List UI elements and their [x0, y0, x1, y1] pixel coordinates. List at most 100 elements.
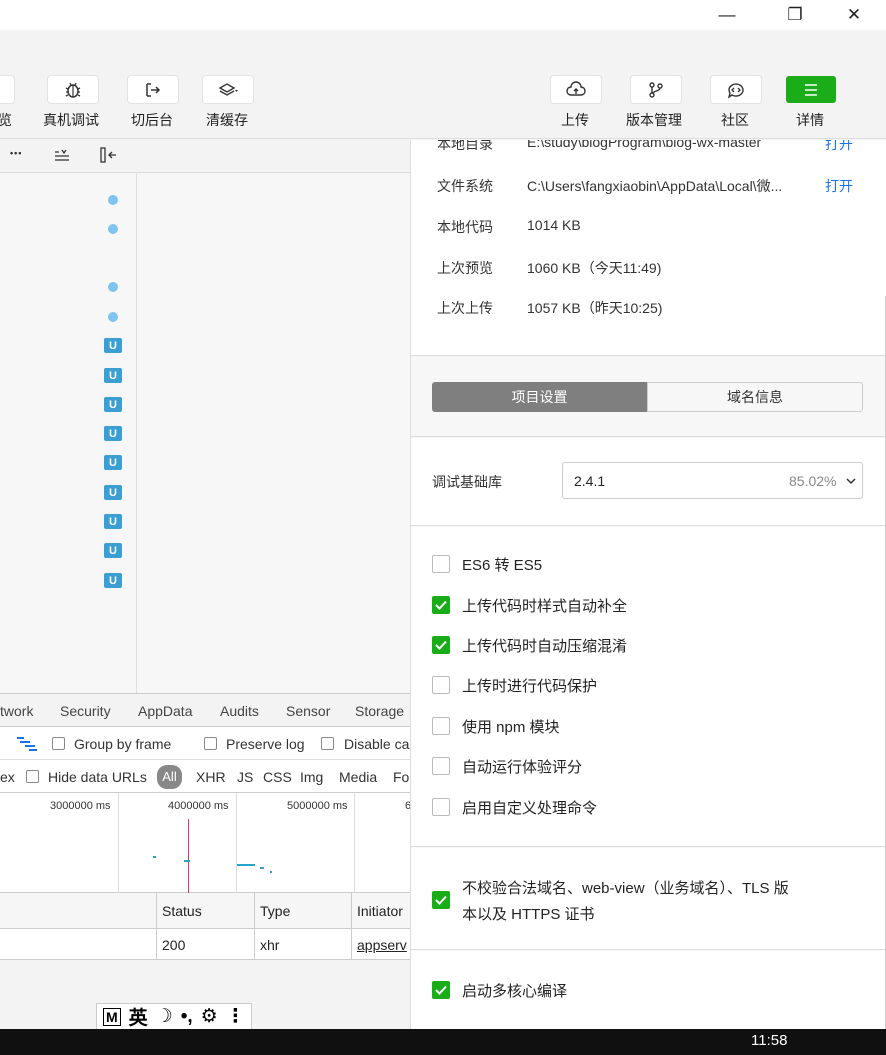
file-system-value: C:\Users\fangxiaobin\AppData\Local\微...	[527, 178, 783, 194]
npm-checkbox[interactable]	[432, 717, 450, 735]
filter-css[interactable]: CSS	[263, 769, 292, 785]
preview-button[interactable]	[0, 76, 14, 103]
tab-domain-info[interactable]: 域名信息	[647, 382, 863, 412]
preserve-log-checkbox[interactable]	[204, 737, 217, 750]
es6-label: ES6 转 ES5	[462, 556, 543, 574]
timeline-label: 4000000 ms	[168, 800, 229, 812]
column-divider	[351, 893, 352, 959]
gear-icon[interactable]: ⚙	[201, 1005, 218, 1028]
regex-label: ex	[0, 769, 15, 785]
status-dot	[108, 195, 118, 205]
background-button[interactable]	[128, 76, 178, 103]
experience-score-checkbox[interactable]	[432, 757, 450, 775]
clear-cache-label: 清缓存	[206, 112, 248, 128]
es6-checkbox[interactable]	[432, 555, 450, 573]
filter-font[interactable]: Fo	[393, 769, 409, 785]
tab-appdata[interactable]: AppData	[138, 703, 192, 719]
filter-xhr[interactable]: XHR	[196, 769, 226, 785]
ime-toolbar[interactable]: M 英 ☽ •, ⚙ ⋮	[96, 1003, 252, 1030]
waterfall-icon[interactable]	[16, 736, 38, 752]
maximize-button[interactable]: ❐	[772, 0, 818, 30]
minify-checkbox[interactable]	[432, 636, 450, 654]
no-domain-verify-checkbox[interactable]	[432, 891, 450, 909]
option-custom-command[interactable]: 启用自定义处理命令	[432, 797, 597, 817]
load-marker	[188, 819, 189, 893]
real-device-debug-label: 真机调试	[43, 112, 99, 128]
clear-cache-button[interactable]	[203, 76, 253, 103]
tab-project-settings[interactable]: 项目设置	[432, 382, 647, 412]
open-local-dir-link[interactable]: 打开	[825, 140, 853, 154]
initiator-column-header[interactable]: Initiator	[357, 903, 403, 919]
style-autocomplete-checkbox[interactable]	[432, 596, 450, 614]
tab-network[interactable]: twork	[0, 703, 45, 729]
upload-label: 上传	[561, 112, 589, 128]
status-column-header[interactable]: Status	[162, 903, 202, 919]
filter-media[interactable]: Media	[339, 769, 377, 785]
last-preview-value: 1060 KB（今天11:49)	[527, 260, 662, 276]
option-npm[interactable]: 使用 npm 模块	[432, 716, 560, 736]
community-button[interactable]	[711, 76, 761, 103]
background-label: 切后台	[131, 112, 173, 128]
filter-all[interactable]: All	[157, 765, 182, 789]
request-bar	[237, 864, 255, 866]
option-experience-score[interactable]: 自动运行体验评分	[432, 756, 582, 776]
tab-security[interactable]: Security	[60, 703, 111, 719]
status-dot	[108, 282, 118, 292]
hide-data-urls-checkbox[interactable]	[26, 770, 39, 783]
file-system-label: 文件系统	[437, 178, 493, 194]
request-bar	[153, 856, 156, 858]
tab-storage[interactable]: Storage	[355, 703, 404, 719]
real-device-debug-button[interactable]	[48, 76, 98, 103]
more-icon[interactable]: •••	[10, 148, 22, 158]
status-dot	[108, 224, 118, 234]
open-file-system-link[interactable]: 打开	[825, 176, 853, 196]
custom-command-checkbox[interactable]	[432, 798, 450, 816]
option-es6-to-es5[interactable]: ES6 转 ES5	[432, 554, 542, 574]
row-status: 200	[162, 937, 186, 953]
project-info-block: 本地目录 E:\study\blogProgram\blog-wx-master…	[411, 140, 886, 356]
timeline-label: 3000000 ms	[50, 800, 111, 812]
version-mgmt-button[interactable]	[631, 76, 681, 103]
filter-img[interactable]: Img	[300, 769, 323, 785]
minimize-button[interactable]: —	[704, 0, 750, 30]
moon-icon[interactable]: ☽	[156, 1005, 173, 1028]
disable-cache-checkbox[interactable]	[321, 737, 334, 750]
git-branch-icon	[649, 81, 663, 98]
option-code-protect[interactable]: 上传时进行代码保护	[432, 675, 597, 695]
code-protect-label: 上传时进行代码保护	[462, 677, 598, 695]
option-style-autocomplete[interactable]: 上传代码时样式自动补全	[432, 595, 627, 615]
option-no-domain-verify[interactable]	[432, 890, 450, 910]
code-protect-checkbox[interactable]	[432, 676, 450, 694]
ime-mode-icon[interactable]: M	[103, 1007, 121, 1026]
local-code-label: 本地代码	[437, 219, 493, 235]
check-icon	[435, 640, 447, 650]
option-multicore[interactable]: 启动多核心编译	[432, 980, 567, 1000]
chevron-down-icon	[846, 478, 856, 485]
collapse-icon[interactable]	[54, 149, 70, 163]
layers-icon	[218, 82, 238, 96]
punctuation-icon[interactable]: •,	[181, 1006, 193, 1028]
ime-more-icon[interactable]: ⋮	[226, 1005, 245, 1028]
row-initiator-link[interactable]: appserv	[357, 937, 407, 953]
upload-button[interactable]	[551, 76, 601, 103]
ime-language-toggle[interactable]: 英	[129, 1003, 148, 1030]
base-lib-select[interactable]: 2.4.1 85.02%	[562, 462, 863, 499]
tab-audits[interactable]: Audits	[220, 703, 259, 719]
style-autocomplete-label: 上传代码时样式自动补全	[462, 597, 628, 615]
details-button[interactable]	[786, 76, 836, 103]
details-label: 详情	[796, 112, 824, 128]
close-button[interactable]: ✕	[831, 0, 877, 30]
version-mgmt-label: 版本管理	[626, 112, 682, 128]
dock-left-icon[interactable]	[100, 147, 118, 163]
tab-sensor[interactable]: Sensor	[286, 703, 330, 719]
network-table-header: Status Type Initiator	[0, 893, 410, 929]
type-column-header[interactable]: Type	[260, 903, 290, 919]
filter-js[interactable]: JS	[237, 769, 253, 785]
option-minify[interactable]: 上传代码时自动压缩混淆	[432, 635, 627, 655]
menu-icon	[805, 83, 817, 96]
multicore-checkbox[interactable]	[432, 981, 450, 999]
taskbar-clock[interactable]: 11:58	[751, 1032, 787, 1049]
timeline-gridline	[118, 793, 119, 893]
group-by-frame-checkbox[interactable]	[52, 737, 65, 750]
base-lib-percent: 85.02%	[789, 473, 837, 489]
